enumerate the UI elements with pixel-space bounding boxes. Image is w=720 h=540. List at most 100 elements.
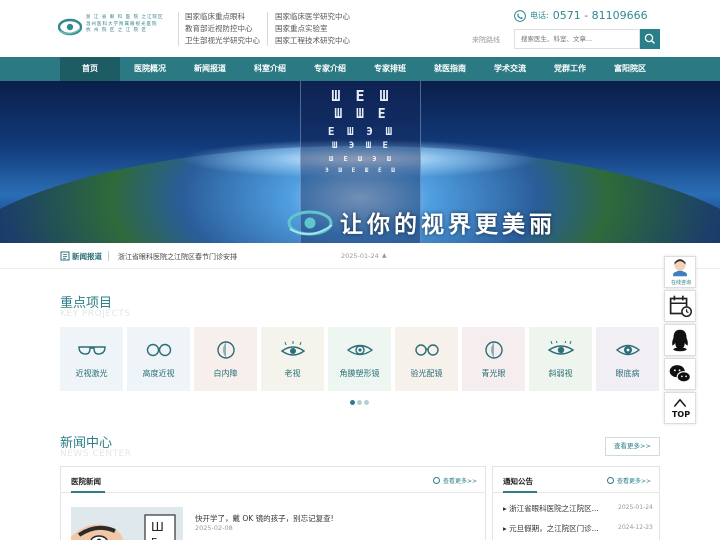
carousel-dot[interactable] bbox=[364, 400, 369, 405]
project-card-label: 眼底病 bbox=[615, 369, 640, 378]
carousel-dot[interactable] bbox=[357, 400, 362, 405]
carousel-dot-active[interactable] bbox=[350, 400, 355, 405]
project-card[interactable]: 斜弱视 bbox=[529, 327, 592, 391]
news-ticker: 新闻报道 浙江省眼科医院之江院区春节门诊安排 2025-01-24 ▲ bbox=[0, 243, 720, 269]
ticker-headline[interactable]: 浙江省眼科医院之江院区春节门诊安排 bbox=[118, 252, 237, 262]
route-link[interactable]: 来院路线 bbox=[472, 35, 500, 45]
news-icon bbox=[60, 251, 70, 261]
phone-icon bbox=[514, 9, 526, 22]
nav-item-about[interactable]: 医院概况 bbox=[120, 57, 180, 81]
nav-item-experts[interactable]: 专家介绍 bbox=[300, 57, 360, 81]
appointment-button[interactable] bbox=[664, 290, 696, 322]
search-button[interactable] bbox=[640, 29, 660, 49]
news-center-subtitle: NEWS CENTER bbox=[60, 449, 132, 459]
project-card[interactable]: 白内障 bbox=[194, 327, 257, 391]
phone-contact: 电话: 0571 - 81109666 bbox=[514, 9, 648, 22]
hospital-news-panel: 医院新闻 查看更多>> Ш Е Ш 快开学了，戴 OK 镜的孩子，别忘记复查! … bbox=[60, 466, 486, 540]
notice-item-date: 2024-12-23 bbox=[618, 524, 653, 531]
ticker-date: 2025-01-24 bbox=[341, 252, 379, 260]
panel-title-underline bbox=[71, 491, 105, 493]
news-center-more-button[interactable]: 查看更多>> bbox=[605, 437, 660, 456]
eye-chart-row: Ш Е Ш bbox=[331, 87, 392, 105]
eye-chart-row: Е Ш Э Ш bbox=[327, 125, 396, 138]
accreditation-item: 卫生部视光学研究中心 bbox=[185, 36, 260, 45]
hospital-news-more-label: 查看更多>> bbox=[443, 478, 478, 485]
eye-lens-icon bbox=[217, 341, 235, 359]
ticker-scroll-arrow[interactable]: ▲ bbox=[382, 252, 387, 259]
project-card[interactable]: 高度近视 bbox=[127, 327, 190, 391]
project-card-label: 斜弱视 bbox=[548, 369, 573, 378]
eye-lash-icon bbox=[280, 341, 306, 356]
logo-line-1: 浙 江 省 眼 科 医 院 之江院区 bbox=[86, 15, 164, 20]
calendar-clock-icon bbox=[669, 295, 692, 318]
notice-item[interactable]: ▸ 浙江省眼科医院之江院区... bbox=[503, 503, 599, 514]
chevron-up-icon bbox=[673, 398, 687, 407]
project-card-label: 角膜塑形镜 bbox=[339, 369, 380, 378]
project-card[interactable]: 验光配镜 bbox=[395, 327, 458, 391]
retina-icon bbox=[615, 344, 641, 356]
main-nav: 首页 医院概况 新闻报道 科室介绍 专家介绍 专家排班 就医指南 学术交流 党群… bbox=[0, 57, 720, 81]
phone-number[interactable]: 0571 - 81109666 bbox=[553, 9, 648, 22]
project-card[interactable]: 青光眼 bbox=[462, 327, 525, 391]
project-card-label: 青光眼 bbox=[481, 369, 506, 378]
nav-item-schedule[interactable]: 专家排班 bbox=[360, 57, 420, 81]
refresh-icon bbox=[607, 477, 614, 484]
hospital-logo[interactable]: 浙 江 省 眼 科 医 院 之江院区 温州医科大学附属眼视光医院 杭 州 院 区… bbox=[58, 14, 166, 42]
nav-item-departments[interactable]: 科室介绍 bbox=[240, 57, 300, 81]
hospital-news-title[interactable]: 医院新闻 bbox=[71, 476, 101, 487]
search-input[interactable] bbox=[514, 29, 640, 49]
refresh-icon bbox=[433, 477, 440, 484]
notice-item[interactable]: ▸ 元旦假期，之江院区门诊... bbox=[503, 523, 599, 534]
svg-text:Ш: Ш bbox=[151, 520, 164, 534]
accreditation-item: 国家临床医学研究中心 bbox=[275, 12, 350, 21]
notices-title[interactable]: 通知公告 bbox=[503, 476, 533, 487]
glasses-round-icon bbox=[146, 343, 172, 357]
banner-eye-logo-icon bbox=[287, 210, 333, 236]
nav-item-guide[interactable]: 就医指南 bbox=[420, 57, 480, 81]
project-card[interactable]: 角膜塑形镜 bbox=[328, 327, 391, 391]
project-card[interactable]: 老视 bbox=[261, 327, 324, 391]
back-to-top-button[interactable]: TOP bbox=[664, 392, 696, 424]
qq-contact-button[interactable] bbox=[664, 324, 696, 356]
nav-item-academic[interactable]: 学术交流 bbox=[480, 57, 540, 81]
eye-chart-row: Э Ш Е Ш Е Ш bbox=[325, 167, 398, 174]
online-consult-label: 在线咨询 bbox=[670, 280, 691, 286]
ticker-label: 新闻报道 bbox=[72, 252, 102, 261]
site-header: 浙 江 省 眼 科 医 院 之江院区 温州医科大学附属眼视光医院 杭 州 院 区… bbox=[0, 0, 720, 57]
accreditation-column-1: 国家临床重点眼科 教育部近视防控中心 卫生部视光学研究中心 bbox=[185, 11, 260, 47]
news-item-title[interactable]: 快开学了，戴 OK 镜的孩子，别忘记复查! bbox=[195, 513, 334, 524]
panel-header: 医院新闻 查看更多>> bbox=[61, 467, 485, 493]
wechat-button[interactable] bbox=[664, 358, 696, 390]
hospital-news-more-link[interactable]: 查看更多>> bbox=[433, 476, 477, 485]
header-divider bbox=[267, 12, 268, 46]
notice-item-date: 2025-01-24 bbox=[618, 504, 653, 511]
eye-icon bbox=[346, 344, 374, 356]
project-card[interactable]: 近视激光 bbox=[60, 327, 123, 391]
accreditation-item: 国家工程技术研究中心 bbox=[275, 36, 350, 45]
nav-item-news[interactable]: 新闻报道 bbox=[180, 57, 240, 81]
notices-more-label: 查看更多>> bbox=[617, 478, 652, 485]
eye-squint-icon bbox=[547, 341, 575, 355]
online-consult-button[interactable]: 在线咨询 bbox=[664, 256, 696, 288]
project-card-label: 验光配镜 bbox=[410, 369, 443, 378]
project-card-label: 老视 bbox=[284, 369, 301, 378]
customer-service-avatar-icon bbox=[673, 259, 687, 277]
project-card-label: 近视激光 bbox=[75, 369, 108, 378]
project-card[interactable]: 眼底病 bbox=[596, 327, 659, 391]
news-thumbnail[interactable]: Ш Е Ш bbox=[71, 507, 183, 540]
nav-item-home[interactable]: 首页 bbox=[60, 57, 120, 81]
accreditation-item: 教育部近视防控中心 bbox=[185, 24, 253, 33]
key-projects-subtitle: KEY PROJECTS bbox=[60, 309, 131, 319]
search-icon bbox=[644, 33, 655, 44]
phone-label: 电话: bbox=[530, 11, 549, 20]
nav-item-fuyang[interactable]: 富阳院区 bbox=[600, 57, 660, 81]
notices-more-link[interactable]: 查看更多>> bbox=[607, 476, 651, 485]
logo-text: 浙 江 省 眼 科 医 院 之江院区 温州医科大学附属眼视光医院 杭 州 院 区… bbox=[86, 15, 164, 35]
notices-panel: 通知公告 查看更多>> ▸ 浙江省眼科医院之江院区... 2025-01-24 … bbox=[492, 466, 660, 540]
accreditation-item: 国家临床重点眼科 bbox=[185, 12, 245, 21]
hero-banner[interactable]: Ш Е Ш Ш Ш Е Е Ш Э Ш Ш Э Ш Е Ш Е Ш Э Ш Э … bbox=[0, 81, 720, 243]
panel-title-underline bbox=[503, 491, 537, 493]
header-divider bbox=[178, 12, 179, 46]
nav-item-party[interactable]: 党群工作 bbox=[540, 57, 600, 81]
eye-chart-row: Ш Е Ш Э Ш bbox=[329, 155, 394, 163]
